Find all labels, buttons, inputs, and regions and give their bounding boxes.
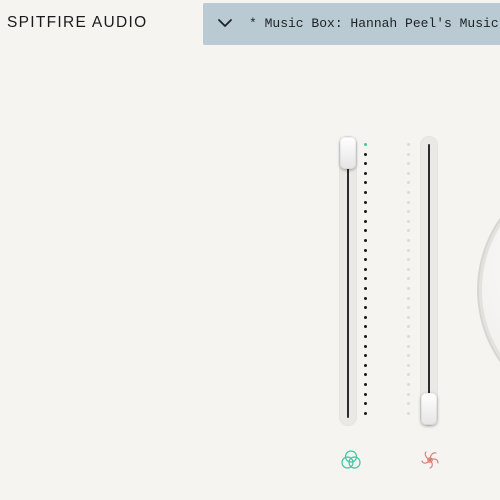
meter-dot (364, 229, 367, 233)
meter-dot (364, 277, 367, 281)
meter-dot (364, 181, 367, 185)
meter-dot (364, 411, 367, 415)
preset-name: * Music Box: Hannah Peel's Music Box (249, 16, 500, 31)
meter-dot (407, 392, 410, 396)
meter-dot (364, 219, 367, 223)
preset-selector[interactable]: * Music Box: Hannah Peel's Music Box (203, 3, 500, 45)
meter-dot (407, 402, 410, 406)
meter-dot (364, 383, 367, 386)
plugin-window: SPITFIRE AUDIO * Music Box: Hannah Peel'… (0, 0, 500, 500)
meter-dot (407, 200, 410, 204)
meter-dot (364, 267, 367, 271)
spiral-flower-icon[interactable] (419, 449, 441, 471)
ambient-mic-level-meter (407, 143, 411, 418)
meter-dot (407, 258, 410, 262)
meter-dot (364, 306, 367, 310)
meter-dot (364, 143, 367, 146)
meter-dot (407, 181, 410, 185)
meter-dot (407, 191, 410, 194)
meter-dot (364, 344, 367, 348)
meter-dot (407, 152, 410, 156)
close-mic-level-meter (364, 143, 368, 418)
fader-line (428, 144, 430, 418)
meter-dot (407, 229, 410, 233)
meter-dot (407, 373, 410, 377)
meter-dot (364, 315, 367, 319)
meter-dot (407, 277, 410, 281)
meter-dot (364, 296, 367, 300)
venn-triad-icon[interactable] (340, 449, 362, 471)
meter-dot (364, 171, 367, 175)
header: SPITFIRE AUDIO * Music Box: Hannah Peel'… (0, 0, 500, 46)
meter-dot (364, 162, 367, 166)
meter-dot (407, 383, 410, 386)
meter-dot (407, 411, 410, 415)
meter-dot (407, 363, 410, 367)
meter-dot (364, 354, 367, 358)
meter-dot (364, 335, 367, 338)
meter-dot (407, 335, 410, 338)
meter-dot (407, 344, 410, 348)
meter-dot (364, 363, 367, 367)
meter-dot (364, 152, 367, 156)
meter-dot (407, 287, 410, 290)
meter-dot (407, 296, 410, 300)
fader-thumb[interactable] (421, 393, 437, 425)
meter-dot (364, 325, 367, 329)
meter-dot (407, 162, 410, 166)
meter-dot (364, 287, 367, 290)
meter-dot (364, 200, 367, 204)
meter-dot (407, 306, 410, 310)
meter-dot (364, 239, 367, 242)
meter-dot (407, 354, 410, 358)
meter-dot (364, 248, 367, 252)
fader-thumb[interactable] (340, 137, 356, 169)
expression-knob[interactable] (482, 170, 500, 410)
meter-dot (407, 171, 410, 175)
meter-dot (364, 373, 367, 377)
meter-dot (407, 219, 410, 223)
meter-dot (407, 267, 410, 271)
meter-dot (407, 325, 410, 329)
meter-dot (364, 210, 367, 214)
meter-dot (364, 402, 367, 406)
brand-logo: SPITFIRE AUDIO (7, 14, 148, 31)
meter-dot (407, 143, 410, 146)
close-mic-fader[interactable] (339, 136, 357, 426)
meter-dot (407, 239, 410, 242)
ambient-mic-fader[interactable] (420, 136, 438, 426)
chevron-down-icon[interactable] (217, 15, 233, 31)
meter-dot (364, 392, 367, 396)
meter-dot (407, 210, 410, 214)
meter-dot (407, 315, 410, 319)
meter-dot (364, 191, 367, 194)
meter-dot (364, 258, 367, 262)
meter-dot (407, 248, 410, 252)
fader-line (347, 144, 349, 418)
